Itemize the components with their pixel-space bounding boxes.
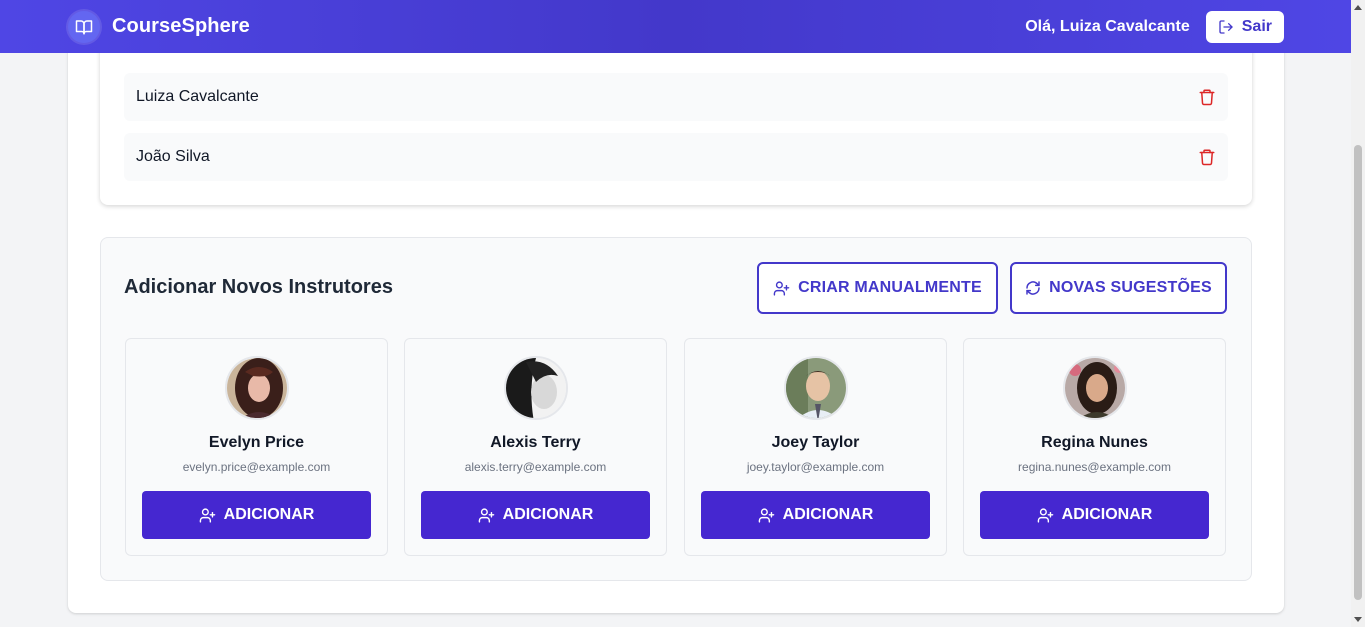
- instructor-email: alexis.terry@example.com: [464, 460, 607, 474]
- instructor-name: Regina Nunes: [1041, 434, 1148, 451]
- user-plus-icon: [773, 280, 790, 297]
- trash-icon[interactable]: [1198, 88, 1216, 106]
- add-instructor-button[interactable]: ADICIONAR: [701, 491, 930, 539]
- new-suggestions-button[interactable]: NOVAS SUGESTÕES: [1010, 262, 1227, 314]
- user-plus-icon: [199, 507, 216, 524]
- instructor-card: Joey Taylor joey.taylor@example.com ADIC…: [684, 338, 947, 556]
- trash-icon[interactable]: [1198, 148, 1216, 166]
- member-name: João Silva: [136, 148, 210, 165]
- add-instructor-button[interactable]: ADICIONAR: [421, 491, 650, 539]
- instructor-card: Evelyn Price evelyn.price@example.com AD…: [125, 338, 388, 556]
- instructor-name: Evelyn Price: [208, 434, 305, 451]
- member-row: Luiza Cavalcante: [124, 73, 1228, 121]
- instructor-card: Regina Nunes regina.nunes@example.com AD…: [963, 338, 1226, 556]
- create-manually-button[interactable]: CRIAR MANUALMENTE: [757, 262, 998, 314]
- instructor-name: Joey Taylor: [771, 434, 860, 451]
- add-label: ADICIONAR: [782, 506, 874, 523]
- add-label: ADICIONAR: [223, 506, 315, 523]
- scroll-thumb[interactable]: [1354, 145, 1362, 600]
- brand[interactable]: CourseSphere: [68, 10, 250, 43]
- instructor-email: regina.nunes@example.com: [1018, 460, 1171, 474]
- user-area: Olá, Luiza Cavalcante Sair: [1025, 10, 1284, 43]
- user-plus-icon: [1037, 507, 1054, 524]
- brand-name: CourseSphere: [112, 15, 250, 37]
- avatar: [224, 356, 289, 420]
- instructor-email: evelyn.price@example.com: [182, 460, 331, 474]
- instructor-email: joey.taylor@example.com: [746, 460, 885, 474]
- logout-button[interactable]: Sair: [1205, 10, 1284, 43]
- scroll-up-arrow-icon[interactable]: [1354, 5, 1362, 10]
- section-title: Adicionar Novos Instrutores: [124, 276, 393, 298]
- book-open-icon: [68, 10, 100, 43]
- scroll-down-arrow-icon[interactable]: [1354, 617, 1362, 622]
- logout-icon: [1218, 19, 1234, 35]
- new-suggestions-label: NOVAS SUGESTÕES: [1049, 279, 1212, 296]
- instructor-name: Alexis Terry: [490, 434, 581, 451]
- add-instructor-button[interactable]: ADICIONAR: [142, 491, 371, 539]
- member-row: João Silva: [124, 133, 1228, 181]
- add-label: ADICIONAR: [1061, 506, 1153, 523]
- add-label: ADICIONAR: [502, 506, 594, 523]
- add-instructor-button[interactable]: ADICIONAR: [980, 491, 1209, 539]
- top-navbar: CourseSphere Olá, Luiza Cavalcante Sair: [0, 0, 1351, 53]
- avatar: [1062, 356, 1127, 420]
- user-plus-icon: [478, 507, 495, 524]
- avatar: [503, 356, 568, 420]
- user-plus-icon: [758, 507, 775, 524]
- logout-label: Sair: [1241, 17, 1272, 35]
- user-greeting: Olá, Luiza Cavalcante: [1025, 17, 1190, 35]
- member-name: Luiza Cavalcante: [136, 88, 259, 105]
- refresh-icon: [1025, 280, 1041, 296]
- create-manually-label: CRIAR MANUALMENTE: [798, 279, 982, 296]
- instructor-card: Alexis Terry alexis.terry@example.com AD…: [404, 338, 667, 556]
- avatar: [783, 356, 848, 420]
- page-scrollbar[interactable]: [1351, 0, 1365, 627]
